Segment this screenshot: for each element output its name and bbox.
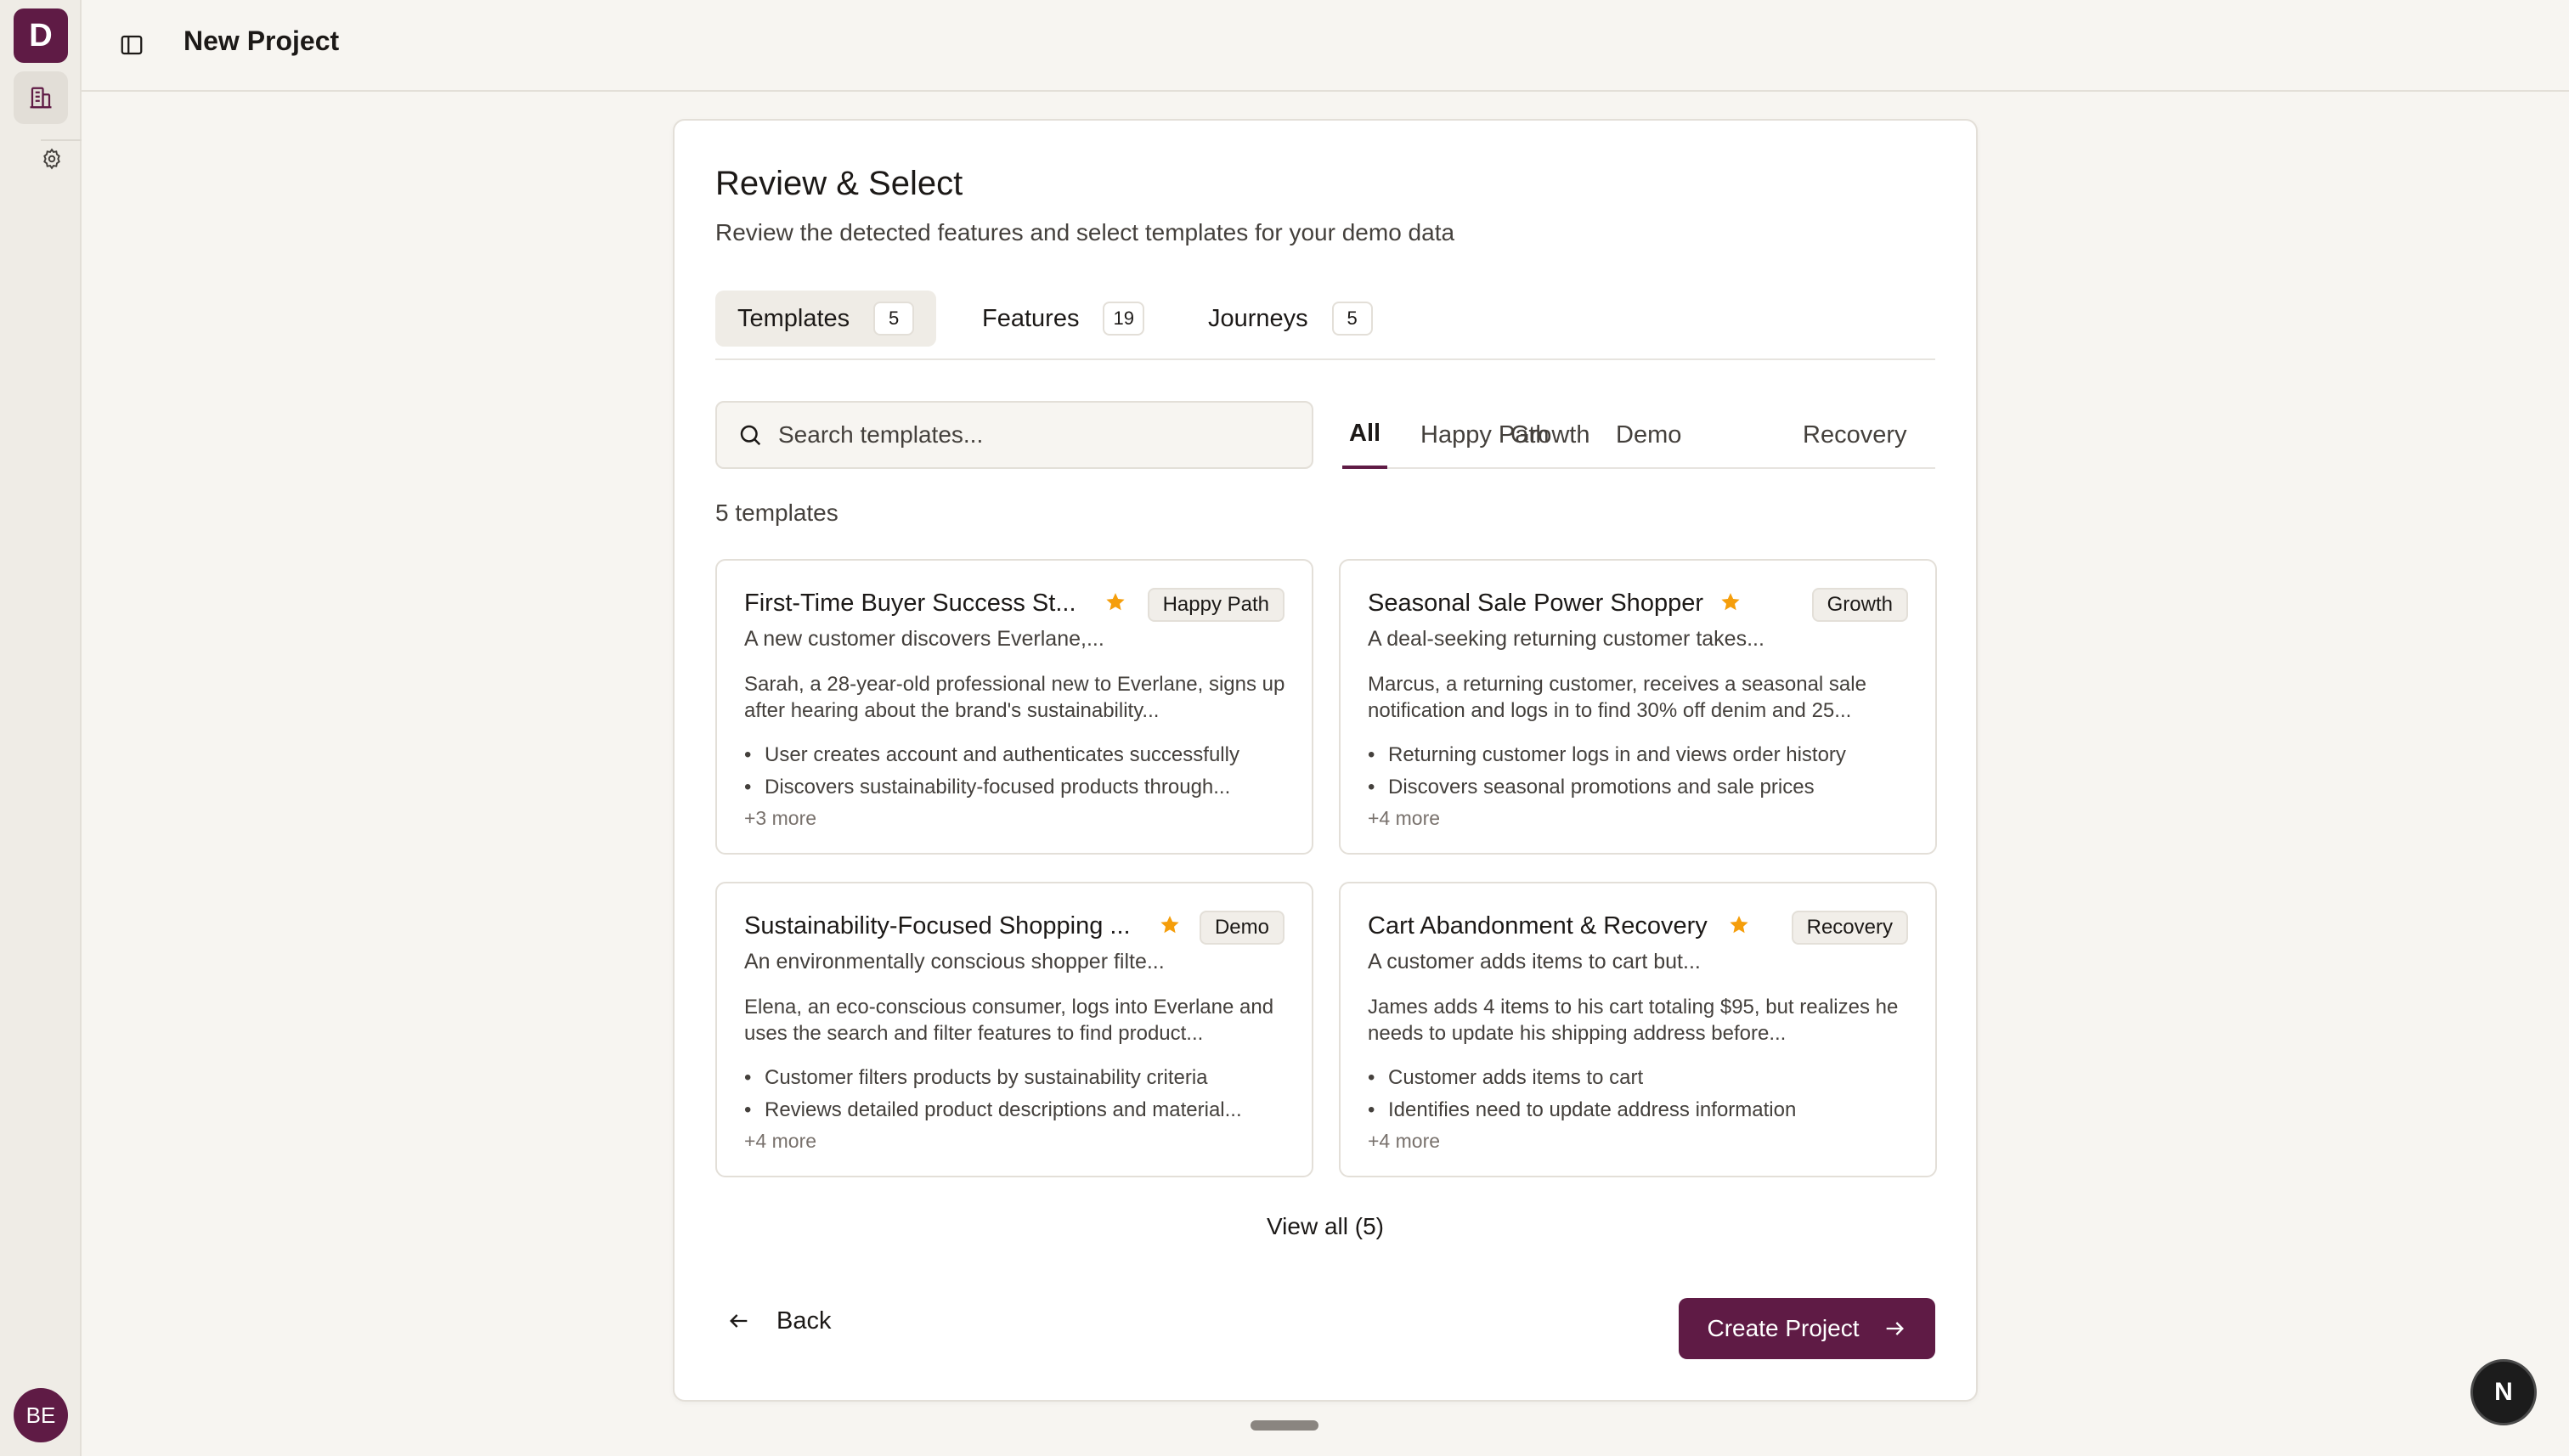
template-description: Marcus, a returning customer, receives a…: [1368, 673, 1866, 722]
step-item: Customer filters products by sustainabil…: [744, 1062, 1291, 1094]
tab-features[interactable]: Features 19: [960, 291, 1166, 347]
template-summary: An environmentally conscious shopper fil…: [744, 950, 1165, 973]
category-badge: Happy Path: [1147, 588, 1284, 622]
main-tabs: Templates 5 Features 19 Journeys 5: [715, 291, 1935, 360]
tab-label: Features: [982, 304, 1080, 332]
template-card[interactable]: Cart Abandonment & Recovery Recovery A c…: [1339, 882, 1937, 1177]
page-title: New Project: [184, 25, 340, 56]
step-item: Discovers seasonal promotions and sale p…: [1368, 771, 1915, 804]
create-project-button[interactable]: Create Project: [1679, 1298, 1935, 1359]
template-description: Elena, an eco-conscious consumer, logs i…: [744, 996, 1274, 1045]
sidebar-item-settings[interactable]: [39, 146, 65, 172]
card-subtitle: Review the detected features and select …: [715, 219, 1455, 245]
tab-count-badge: 5: [873, 302, 915, 336]
filter-all[interactable]: All: [1342, 401, 1388, 469]
sidebar-toggle-button[interactable]: [117, 31, 146, 59]
top-header: New Project: [82, 0, 2569, 92]
search-box: [715, 401, 1313, 469]
tab-label: Templates: [737, 304, 850, 332]
template-summary: A new customer discovers Everlane,...: [744, 627, 1104, 651]
building-icon: [30, 87, 52, 109]
step-item: Customer adds items to cart: [1368, 1062, 1915, 1094]
filter-demo[interactable]: Demo: [1609, 401, 1688, 469]
step-item: User creates account and authenticates s…: [744, 739, 1291, 771]
template-title: Seasonal Sale Power Shopper: [1368, 590, 1703, 617]
template-card[interactable]: Seasonal Sale Power Shopper Growth A dea…: [1339, 559, 1937, 855]
sidebar: D BE: [0, 0, 82, 1456]
tab-label: Journeys: [1208, 304, 1308, 332]
arrow-right-icon: [1887, 1322, 1905, 1335]
back-label: Back: [776, 1306, 832, 1335]
template-steps: Customer filters products by sustainabil…: [744, 1062, 1291, 1126]
more-steps-text: +3 more: [744, 807, 817, 829]
view-all-link[interactable]: View all (5): [675, 1213, 1976, 1240]
result-count: 5 templates: [715, 499, 838, 526]
more-steps-text: +4 more: [1368, 807, 1441, 829]
tab-templates[interactable]: Templates 5: [715, 291, 937, 347]
user-avatar[interactable]: BE: [14, 1388, 68, 1442]
template-title: First-Time Buyer Success St...: [744, 590, 1076, 617]
template-summary: A customer adds items to cart but...: [1368, 950, 1701, 973]
category-filters: All Happy Path Growth Demo Recovery: [1342, 401, 1935, 469]
panel-toggle-icon: [121, 35, 143, 55]
template-steps: Returning customer logs in and views ord…: [1368, 739, 1915, 804]
template-card[interactable]: First-Time Buyer Success St... Happy Pat…: [715, 559, 1313, 855]
tab-journeys[interactable]: Journeys 5: [1186, 291, 1395, 347]
back-button[interactable]: Back: [727, 1293, 831, 1349]
tab-count-badge: 5: [1331, 302, 1373, 336]
arrow-left-icon: [730, 1314, 748, 1328]
step-item: Reviews detailed product descriptions an…: [744, 1094, 1291, 1126]
template-steps: Customer adds items to cart Identifies n…: [1368, 1062, 1915, 1126]
step-item: Returning customer logs in and views ord…: [1368, 739, 1915, 771]
category-badge: Recovery: [1791, 911, 1908, 945]
search-icon: [740, 425, 761, 446]
gear-icon: [43, 148, 60, 170]
template-description: James adds 4 items to his cart totaling …: [1368, 996, 1899, 1045]
template-title: Cart Abandonment & Recovery: [1368, 912, 1708, 940]
category-badge: Growth: [1811, 588, 1908, 622]
nextjs-dev-badge[interactable]: N: [2470, 1359, 2537, 1425]
more-steps-text: +4 more: [744, 1130, 817, 1152]
template-card[interactable]: Sustainability-Focused Shopping ... Demo…: [715, 882, 1313, 1177]
card-title: Review & Select: [715, 165, 963, 202]
tab-count-badge: 19: [1103, 302, 1144, 336]
review-select-card: Review & Select Review the detected feat…: [673, 119, 1978, 1402]
filter-recovery[interactable]: Recovery: [1796, 401, 1914, 469]
template-summary: A deal-seeking returning customer takes.…: [1368, 627, 1764, 651]
star-icon: [1160, 916, 1179, 934]
step-item: Identifies need to update address inform…: [1368, 1094, 1915, 1126]
star-icon: [1721, 593, 1740, 611]
template-description: Sarah, a 28-year-old professional new to…: [744, 673, 1285, 722]
template-steps: User creates account and authenticates s…: [744, 739, 1291, 804]
search-input[interactable]: [778, 421, 1288, 449]
step-item: Discovers sustainability-focused product…: [744, 771, 1291, 804]
sidebar-divider: [41, 139, 82, 141]
scroll-handle[interactable]: [1251, 1420, 1318, 1431]
star-icon: [1730, 916, 1748, 934]
sidebar-item-projects[interactable]: [14, 71, 68, 124]
more-steps-text: +4 more: [1368, 1130, 1441, 1152]
create-label: Create Project: [1707, 1315, 1860, 1341]
app-logo[interactable]: D: [14, 8, 68, 63]
filter-growth[interactable]: Growth: [1504, 401, 1596, 469]
star-icon: [1106, 593, 1125, 611]
template-title: Sustainability-Focused Shopping ...: [744, 912, 1131, 940]
category-badge: Demo: [1199, 911, 1284, 945]
